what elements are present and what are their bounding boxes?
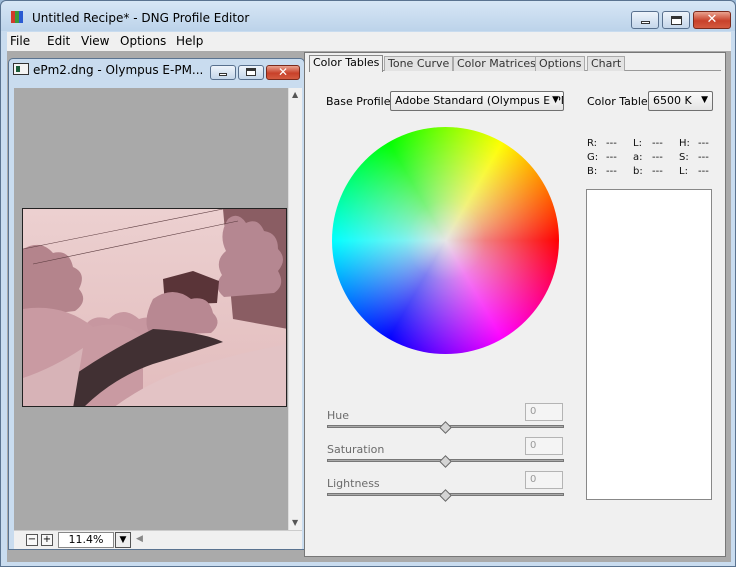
document-title-bar[interactable]: ePm2.dng - Olympus E-PM... xyxy=(13,63,203,77)
menu-help[interactable]: Help xyxy=(176,34,203,48)
color-adjustments-list[interactable] xyxy=(586,189,712,500)
maximize-icon xyxy=(246,68,256,76)
document-close-button[interactable]: ✕ xyxy=(266,65,300,80)
saturation-label: Saturation xyxy=(327,443,385,456)
window-title: Untitled Recipe* - DNG Profile Editor xyxy=(32,11,250,25)
image-document-icon xyxy=(13,63,29,75)
chevron-down-icon: ▼ xyxy=(701,95,708,105)
title-bar[interactable]: Untitled Recipe* - DNG Profile Editor xyxy=(1,1,735,31)
document-maximize-button[interactable] xyxy=(238,65,264,80)
vertical-scrollbar[interactable]: ▲ ▼ xyxy=(288,88,302,530)
tab-chart[interactable]: Chart xyxy=(587,56,626,71)
color-table-select[interactable]: 6500 K ▼ xyxy=(648,91,713,111)
maximize-button[interactable] xyxy=(662,11,690,29)
minimize-icon xyxy=(219,73,227,76)
lightness-field[interactable]: 0 xyxy=(525,471,563,489)
readout-r-value: --- xyxy=(606,138,617,149)
readout-a-value: --- xyxy=(652,152,663,163)
color-table-value: 6500 K xyxy=(653,94,692,107)
readout-b-label: B: xyxy=(587,166,598,177)
readout-l-value: --- xyxy=(652,138,663,149)
document-title: ePm2.dng - Olympus E-PM... xyxy=(33,63,204,77)
preview-photo xyxy=(22,208,287,407)
readout-g-value: --- xyxy=(606,152,617,163)
readout-r-label: R: xyxy=(587,138,598,149)
readout-lab-b-label: b: xyxy=(633,166,643,177)
readout-lab-b-value: --- xyxy=(652,166,663,177)
saturation-field[interactable]: 0 xyxy=(525,437,563,455)
scroll-left-icon[interactable]: ◀ xyxy=(136,534,143,544)
scroll-up-icon[interactable]: ▲ xyxy=(292,90,298,99)
minimize-button[interactable] xyxy=(631,11,659,29)
minimize-icon xyxy=(641,21,650,24)
zoom-in-button[interactable]: + xyxy=(41,534,53,546)
readout-l-label: L: xyxy=(633,138,642,149)
close-icon: ✕ xyxy=(277,65,289,79)
dng-profile-editor-icon xyxy=(11,10,25,24)
menu-edit[interactable]: Edit xyxy=(47,34,70,48)
scroll-down-icon[interactable]: ▼ xyxy=(292,518,298,527)
menu-options[interactable]: Options xyxy=(120,34,166,48)
chevron-down-icon: ▼ xyxy=(548,95,559,105)
zoom-level-field[interactable]: 11.4% xyxy=(58,532,114,548)
base-profile-label: Base Profile: xyxy=(326,95,395,108)
readout-h-value: --- xyxy=(698,138,709,149)
readout-lightness-value: --- xyxy=(698,166,709,177)
base-profile-select[interactable]: Adobe Standard (Olympus E-PM ▼ xyxy=(390,91,564,111)
base-profile-value: Adobe Standard (Olympus E-PM xyxy=(395,94,564,107)
snowy-garden-image xyxy=(23,209,286,406)
tab-color-tables[interactable]: Color Tables xyxy=(309,55,384,72)
zoom-out-button[interactable]: − xyxy=(26,534,38,546)
document-statusbar: − + 11.4% ▼ ◀ xyxy=(14,530,302,549)
close-button[interactable]: ✕ xyxy=(693,11,731,29)
hue-field[interactable]: 0 xyxy=(525,403,563,421)
readout-lightness-label: L: xyxy=(679,166,688,177)
menu-view[interactable]: View xyxy=(81,34,109,48)
maximize-icon xyxy=(671,16,682,25)
menu-file[interactable]: File xyxy=(10,34,30,48)
hue-label: Hue xyxy=(327,409,350,422)
zoom-dropdown-button[interactable]: ▼ xyxy=(115,532,131,548)
tab-color-matrices[interactable]: Color Matrices xyxy=(453,56,540,71)
color-wheel[interactable] xyxy=(332,127,559,354)
tab-tone-curve[interactable]: Tone Curve xyxy=(384,56,454,71)
readout-s-label: S: xyxy=(679,152,689,163)
readout-h-label: H: xyxy=(679,138,690,149)
readout-g-label: G: xyxy=(587,152,599,163)
close-icon: ✕ xyxy=(706,12,718,27)
menu-bar: File Edit View Options Help xyxy=(7,32,731,51)
color-table-label: Color Table: xyxy=(587,95,652,108)
lightness-label: Lightness xyxy=(327,477,380,490)
readout-a-label: a: xyxy=(633,152,643,163)
readout-b-value: --- xyxy=(606,166,617,177)
readout-s-value: --- xyxy=(698,152,709,163)
tab-options[interactable]: Options xyxy=(535,56,586,71)
document-minimize-button[interactable] xyxy=(210,65,236,80)
